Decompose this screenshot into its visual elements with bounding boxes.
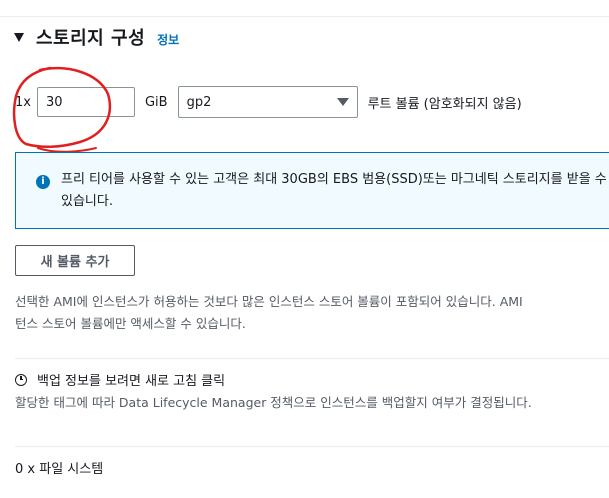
section-title: 스토리지 구성	[36, 28, 146, 49]
volume-multiplier: 1x	[15, 94, 31, 110]
volume-type-select[interactable]: gp2	[177, 86, 358, 118]
volume-size-input[interactable]: 30	[36, 87, 135, 117]
size-unit: GiB	[144, 94, 168, 110]
backup-refresh-link[interactable]: 백업 정보를 보려면 새로 고침 클릭	[15, 370, 225, 389]
root-volume-label: 루트 볼륨 (암호화되지 않음)	[367, 96, 522, 112]
info-link[interactable]: 정보	[157, 31, 179, 48]
dropdown-arrow-icon	[336, 98, 349, 106]
root-volume-row: 1x 30 GiB gp2 루트 볼륨 (암호화되지 않음)	[15, 86, 522, 118]
clock-icon	[15, 373, 27, 386]
ami-description-line-2: 턴스 스토어 볼륨에만 액세스할 수 있습니다.	[15, 316, 246, 331]
file-systems-label: 0 x 파일 시스템	[15, 462, 104, 477]
ami-description: 선택한 AMI에 인스턴스가 허용하는 것보다 많은 인스턴스 스토어 볼륨이 …	[15, 291, 609, 335]
divider	[15, 358, 609, 359]
add-volume-button[interactable]: 새 볼륨 추가	[15, 245, 135, 276]
caret-down-icon[interactable]	[14, 33, 24, 42]
backup-title: 백업 정보를 보려면 새로 고침 클릭	[37, 374, 226, 389]
free-tier-info-alert: i 프리 티어를 사용할 수 있는 고객은 최대 30GB의 EBS 범용(SS…	[15, 152, 609, 229]
divider	[15, 446, 609, 447]
volume-type-value: gp2	[186, 94, 212, 110]
free-tier-info-text: 프리 티어를 사용할 수 있는 고객은 최대 30GB의 EBS 범용(SSD)…	[61, 172, 607, 209]
section-header[interactable]: 스토리지 구성 정보	[14, 24, 179, 50]
info-circle-icon: i	[36, 175, 50, 189]
backup-description: 할당한 태그에 따라 Data Lifecycle Manager 정책으로 인…	[15, 395, 532, 410]
ami-description-line-1: 선택한 AMI에 인스턴스가 허용하는 것보다 많은 인스턴스 스토어 볼륨이 …	[15, 294, 523, 309]
